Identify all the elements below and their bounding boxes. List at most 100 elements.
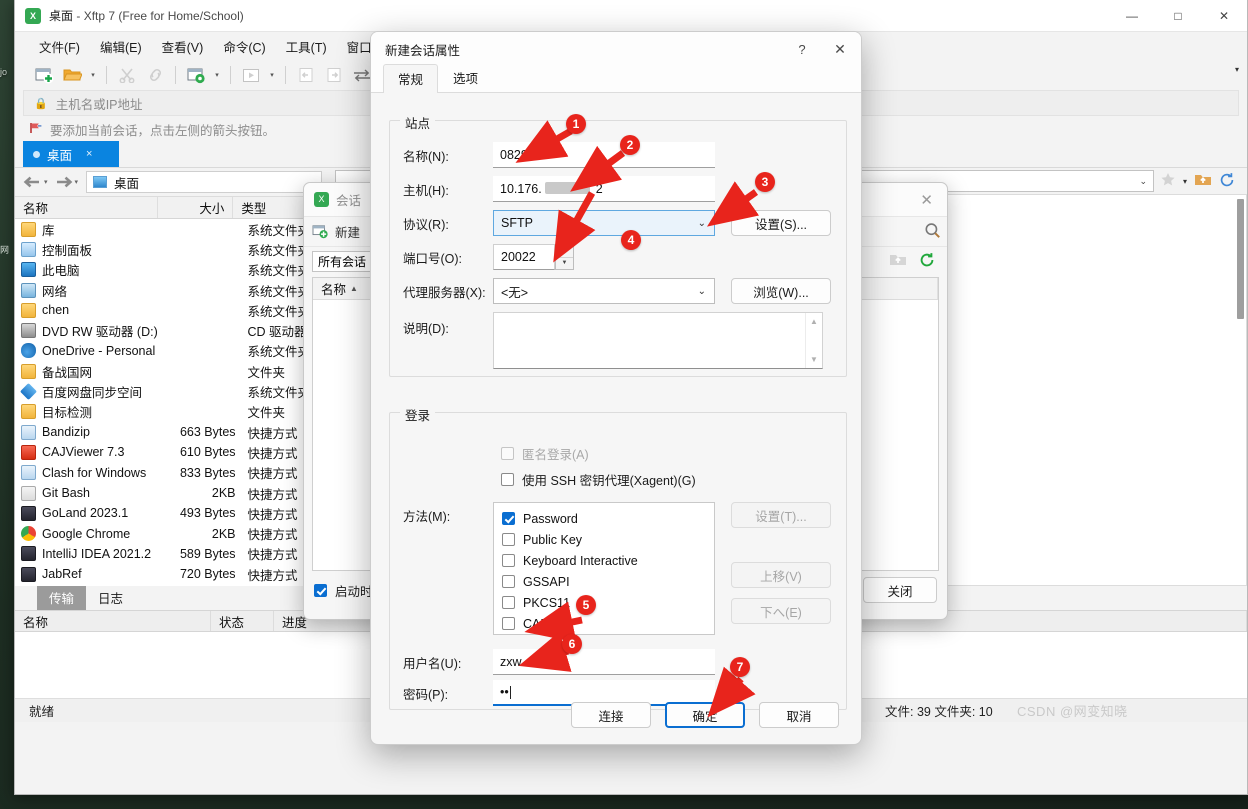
name-input[interactable]: 0829 bbox=[493, 142, 715, 168]
protocol-select[interactable]: SFTP ⌄ bbox=[493, 210, 715, 236]
proxy-browse-button[interactable]: 浏览(W)... bbox=[731, 278, 831, 304]
table-row[interactable]: 控制面板 系统文件夹 bbox=[15, 239, 328, 259]
ok-button[interactable]: 确定 bbox=[665, 702, 745, 728]
table-row[interactable]: GoLand 2023.1 493 Bytes 快捷方式 bbox=[15, 503, 328, 523]
local-path-input[interactable]: 桌面 bbox=[86, 171, 322, 193]
session-tab-desktop[interactable]: 桌面 × bbox=[23, 141, 119, 167]
column-size[interactable]: 大小 bbox=[158, 197, 234, 218]
method-settings-button[interactable]: 设置(T)... bbox=[731, 502, 831, 528]
search-icon[interactable] bbox=[924, 222, 941, 242]
description-textarea[interactable]: ▲ ▼ bbox=[493, 312, 823, 369]
star-icon[interactable] bbox=[1160, 172, 1176, 190]
sessions-folder-up-icon[interactable] bbox=[889, 252, 907, 270]
nav-forward-caret-icon[interactable]: ▾ bbox=[75, 178, 79, 186]
method-item[interactable]: Password bbox=[502, 508, 714, 529]
table-row[interactable]: 目标检测 文件夹 bbox=[15, 402, 328, 422]
scroll-up-icon[interactable]: ▲ bbox=[810, 317, 818, 326]
table-row[interactable]: IntelliJ IDEA 2021.2 589 Bytes 快捷方式 bbox=[15, 544, 328, 564]
menu-view[interactable]: 查看(V) bbox=[152, 33, 214, 60]
method-checkbox[interactable] bbox=[502, 533, 515, 546]
connect-button[interactable]: 连接 bbox=[571, 702, 651, 728]
method-checkbox[interactable] bbox=[502, 596, 515, 609]
table-row[interactable]: Bandizip 663 Bytes 快捷方式 bbox=[15, 422, 328, 442]
sessions-dialog-close-icon[interactable]: ✕ bbox=[920, 191, 937, 209]
table-row[interactable]: Microsoft Edge2KB快捷方式 bbox=[15, 584, 328, 586]
tab-general[interactable]: 常规 bbox=[383, 64, 439, 93]
port-spinner-down-icon[interactable]: ▼ bbox=[556, 258, 573, 270]
nav-back-caret-icon[interactable]: ▾ bbox=[44, 178, 48, 186]
session-settings-caret-icon[interactable]: ▾ bbox=[211, 63, 223, 87]
username-input[interactable]: zxw bbox=[493, 649, 715, 675]
xcolumn-status[interactable]: 状态 bbox=[211, 611, 274, 631]
column-type[interactable]: 类型 bbox=[233, 197, 311, 218]
tab-log[interactable]: 日志 bbox=[86, 585, 135, 610]
description-scrollbar[interactable]: ▲ ▼ bbox=[805, 313, 822, 368]
table-row[interactable]: DVD RW 驱动器 (D:) CD 驱动器 bbox=[15, 320, 328, 340]
menu-tools[interactable]: 工具(T) bbox=[276, 33, 337, 60]
sessions-new-button[interactable]: 新建 bbox=[312, 222, 360, 241]
scroll-down-icon[interactable]: ▼ bbox=[810, 355, 818, 364]
method-item[interactable]: PKCS11 bbox=[502, 592, 714, 613]
session-tab-close-icon[interactable]: × bbox=[86, 148, 92, 160]
port-input[interactable]: 20022 bbox=[493, 244, 555, 270]
nav-back-button[interactable]: ▾ bbox=[21, 175, 50, 189]
session-settings-icon[interactable] bbox=[183, 63, 209, 87]
open-folder-caret-icon[interactable]: ▾ bbox=[87, 63, 99, 87]
method-checkbox[interactable] bbox=[502, 512, 515, 525]
remote-combo-caret-icon[interactable]: ⌄ bbox=[1139, 176, 1147, 187]
method-item[interactable]: Public Key bbox=[502, 529, 714, 550]
menu-file[interactable]: 文件(F) bbox=[29, 33, 90, 60]
table-row[interactable]: 此电脑 系统文件夹 bbox=[15, 260, 328, 280]
menu-command[interactable]: 命令(C) bbox=[213, 33, 275, 60]
method-move-up-button[interactable]: 上移(V) bbox=[731, 562, 831, 588]
remote-scrollbar[interactable] bbox=[1237, 199, 1244, 581]
local-file-list[interactable]: 名称 大小 类型 库系统文件夹 控制面板 系统文件夹 此电脑 系统文件夹 网络 系统文件夹 c… bbox=[15, 196, 328, 586]
cancel-button[interactable]: 取消 bbox=[759, 702, 839, 728]
table-row[interactable]: JabRef 720 Bytes 快捷方式 bbox=[15, 564, 328, 584]
tab-options[interactable]: 选项 bbox=[438, 63, 493, 92]
xagent-checkbox[interactable] bbox=[501, 473, 514, 486]
toolbar-overflow-caret-icon[interactable]: ▾ bbox=[1235, 65, 1239, 74]
port-spinner-up-icon[interactable]: ▲ bbox=[556, 245, 573, 258]
method-item[interactable]: CAPI bbox=[502, 613, 714, 634]
method-checkbox[interactable] bbox=[502, 575, 515, 588]
new-session-icon[interactable] bbox=[31, 63, 57, 87]
sessions-refresh-icon[interactable] bbox=[919, 252, 935, 271]
port-spinner[interactable]: ▲ ▼ bbox=[555, 244, 574, 270]
table-row[interactable]: 网络 系统文件夹 bbox=[15, 280, 328, 300]
host-input[interactable]: 10.176. 2 bbox=[493, 176, 715, 202]
methods-list[interactable]: Password Public Key Keyboard Interactive GS… bbox=[493, 502, 715, 635]
table-row[interactable]: Git Bash 2KB 快捷方式 bbox=[15, 483, 328, 503]
table-row[interactable]: OneDrive - Personal 系统文件夹 bbox=[15, 341, 328, 361]
table-row[interactable]: Clash for Windows 833 Bytes 快捷方式 bbox=[15, 463, 328, 483]
method-move-down-button[interactable]: 下へ(E) bbox=[731, 598, 831, 624]
star-caret-icon[interactable]: ▾ bbox=[1183, 177, 1187, 186]
tab-transfer[interactable]: 传输 bbox=[37, 585, 87, 610]
minimize-button[interactable]: — bbox=[1109, 0, 1155, 32]
properties-close-button[interactable]: ✕ bbox=[819, 41, 861, 58]
proxy-chevron-down-icon[interactable]: ⌄ bbox=[698, 286, 706, 297]
close-button[interactable]: ✕ bbox=[1201, 0, 1247, 32]
xcolumn-name[interactable]: 名称 bbox=[15, 611, 211, 631]
table-row[interactable]: 库系统文件夹 bbox=[15, 219, 328, 239]
refresh-icon[interactable] bbox=[1219, 172, 1235, 191]
remote-scrollbar-thumb[interactable] bbox=[1237, 199, 1244, 319]
nav-forward-button[interactable]: ▾ bbox=[52, 175, 81, 189]
protocol-settings-button[interactable]: 设置(S)... bbox=[731, 210, 831, 236]
table-row[interactable]: 备战国网 文件夹 bbox=[15, 361, 328, 381]
method-item[interactable]: Keyboard Interactive bbox=[502, 550, 714, 571]
table-row[interactable]: 百度网盘同步空间 系统文件夹 bbox=[15, 381, 328, 401]
folder-up-icon[interactable] bbox=[1194, 172, 1212, 190]
table-row[interactable]: chen 系统文件夹 bbox=[15, 300, 328, 320]
maximize-button[interactable]: □ bbox=[1155, 0, 1201, 32]
method-checkbox[interactable] bbox=[502, 617, 515, 630]
chevron-down-icon[interactable]: ⌄ bbox=[698, 218, 706, 229]
startup-show-checkbox[interactable] bbox=[314, 583, 327, 597]
sessions-close-button[interactable]: 关闭 bbox=[863, 577, 937, 603]
open-folder-icon[interactable] bbox=[59, 63, 85, 87]
method-checkbox[interactable] bbox=[502, 554, 515, 567]
table-row[interactable]: CAJViewer 7.3 610 Bytes 快捷方式 bbox=[15, 442, 328, 462]
menu-edit[interactable]: 编辑(E) bbox=[90, 33, 152, 60]
help-button[interactable]: ? bbox=[785, 42, 819, 57]
column-name[interactable]: 名称 bbox=[15, 197, 158, 218]
